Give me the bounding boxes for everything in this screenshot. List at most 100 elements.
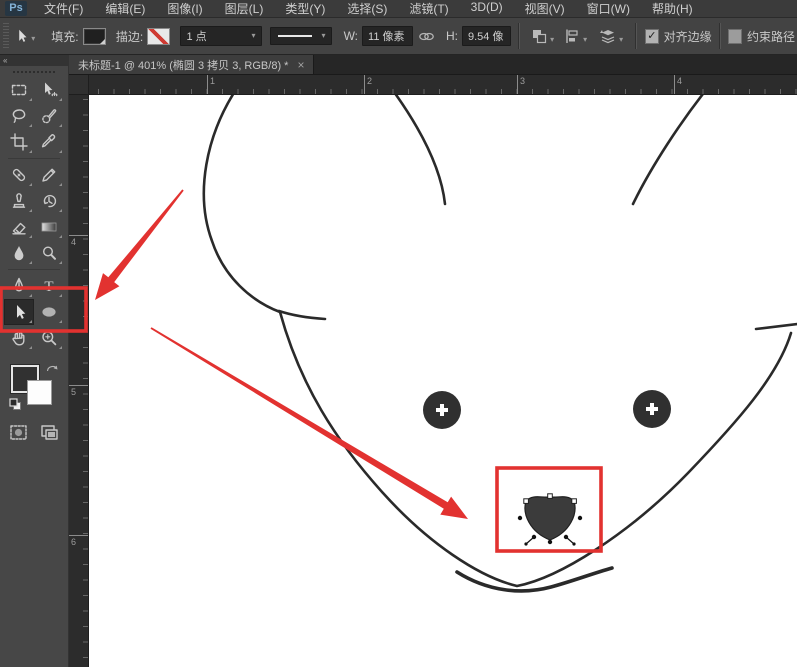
stroke-width-select[interactable]: 1 点 ▾ [180, 26, 261, 46]
fill-swatch[interactable] [83, 28, 106, 45]
healing-bandage-icon [10, 166, 28, 184]
menu-item-8[interactable]: 3D(D) [460, 0, 514, 17]
document-tab-bar: 未标题-1 @ 401% (椭圆 3 拷贝 3, RGB/8) * × [69, 55, 797, 75]
ellipse-icon [40, 303, 58, 321]
align-edges-checkbox[interactable]: ✓ [645, 29, 659, 44]
dodge-tool[interactable] [34, 240, 64, 266]
crop-tool[interactable] [4, 129, 34, 155]
close-tab-icon[interactable]: × [297, 59, 304, 71]
hand-tool[interactable] [4, 325, 34, 351]
ellipse-shape-tool[interactable] [34, 299, 64, 325]
eyedropper-icon [40, 133, 58, 151]
eyedropper-tool[interactable] [34, 129, 64, 155]
menu-item-9[interactable]: 视图(V) [514, 0, 576, 17]
document-area: 未标题-1 @ 401% (椭圆 3 拷贝 3, RGB/8) * × 1234… [69, 55, 797, 667]
quick-selection-icon [40, 107, 58, 125]
menu-item-2[interactable]: 编辑(E) [94, 0, 156, 17]
stroke-style-select[interactable]: ▾ [270, 27, 332, 45]
type-icon: T [40, 277, 58, 295]
chevron-down-icon: ▾ [583, 35, 587, 45]
pen-tool[interactable] [4, 273, 34, 299]
chevron-down-icon: ▾ [322, 31, 326, 41]
menu-items: 文件(F)编辑(E)图像(I)图层(L)类型(Y)选择(S)滤镜(T)3D(D)… [33, 0, 704, 17]
solid-line-sample [278, 35, 312, 37]
collapse-panel-button[interactable]: « [0, 55, 68, 66]
background-color-swatch[interactable] [27, 380, 52, 405]
mouse-face-drawing [89, 95, 797, 667]
type-tool[interactable]: T [34, 273, 64, 299]
height-label: H: [446, 29, 458, 43]
ruler-mark-5: 5 [69, 385, 88, 397]
panel-grip[interactable] [13, 71, 55, 73]
document-canvas[interactable] [89, 95, 797, 667]
chevron-down-icon: ▾ [550, 35, 554, 45]
left-ear-outline [204, 95, 280, 312]
ruler-mark-1: 1 [207, 75, 215, 94]
history-brush-tool[interactable] [34, 188, 64, 214]
path-selection-cursor-icon [13, 28, 29, 44]
eraser-icon [10, 218, 28, 236]
photoshop-window: Ps 文件(F)编辑(E)图像(I)图层(L)类型(Y)选择(S)滤镜(T)3D… [0, 0, 797, 667]
document-title: 未标题-1 @ 401% (椭圆 3 拷贝 3, RGB/8) * [78, 57, 288, 73]
stroke-swatch[interactable] [147, 28, 170, 45]
gradient-tool[interactable] [34, 214, 64, 240]
stamp-icon [10, 192, 28, 210]
separator [719, 23, 720, 49]
shape-height-input[interactable]: 9.54 像 [462, 26, 511, 46]
magnifier-icon [40, 329, 58, 347]
shape-height-value: 9.54 像 [468, 28, 503, 44]
hand-icon [10, 329, 28, 347]
stroke-width-value: 1 点 [186, 28, 206, 44]
align-edges-label: 对齐边缘 [664, 28, 712, 45]
ruler-corner[interactable] [69, 75, 89, 95]
zoom-tool[interactable] [34, 325, 64, 351]
separator [518, 23, 519, 49]
default-colors-icon[interactable] [9, 398, 22, 416]
quick-mask-button[interactable] [9, 424, 28, 446]
shape-width-input[interactable]: 11 像素 [362, 26, 413, 46]
clone-stamp-tool[interactable] [4, 188, 34, 214]
tools-separator [8, 269, 60, 270]
ruler-mark-6: 6 [69, 535, 88, 547]
constrain-path-checkbox[interactable] [728, 29, 742, 44]
document-tab[interactable]: 未标题-1 @ 401% (椭圆 3 拷贝 3, RGB/8) * × [69, 55, 314, 74]
path-selection-tool[interactable] [4, 299, 34, 325]
menu-item-5[interactable]: 类型(Y) [274, 0, 336, 17]
lasso-icon [10, 107, 28, 125]
options-bar-grip[interactable] [3, 23, 9, 49]
shape-width-value: 11 像素 [368, 28, 404, 44]
menu-item-4[interactable]: 图层(L) [214, 0, 275, 17]
stroke-label: 描边: [116, 28, 143, 45]
tools-separator [8, 158, 60, 159]
nose-shape-selected[interactable] [518, 494, 582, 546]
screen-mode-button[interactable] [40, 424, 59, 446]
move-icon [40, 81, 58, 99]
path-arrangement-button[interactable]: ▾ [597, 28, 623, 45]
menu-item-6[interactable]: 选择(S) [336, 0, 398, 17]
menu-item-10[interactable]: 窗口(W) [576, 0, 641, 17]
horizontal-ruler[interactable]: 1234 [89, 75, 797, 95]
width-label: W: [344, 29, 358, 43]
move-tool[interactable] [34, 77, 64, 103]
blur-tool[interactable] [4, 240, 34, 266]
crop-icon [10, 133, 28, 151]
path-alignment-button[interactable]: ▾ [564, 28, 587, 45]
menu-item-3[interactable]: 图像(I) [156, 0, 213, 17]
lasso-tool[interactable] [4, 103, 34, 129]
swap-colors-icon[interactable] [46, 360, 59, 378]
rectangular-marquee-tool[interactable] [4, 77, 34, 103]
link-dimensions-icon[interactable] [418, 31, 435, 42]
vertical-ruler[interactable]: 456 [69, 95, 89, 667]
menu-item-11[interactable]: 帮助(H) [641, 0, 704, 17]
menu-item-7[interactable]: 滤镜(T) [398, 0, 459, 17]
menu-item-1[interactable]: 文件(F) [33, 0, 94, 17]
spot-healing-brush-tool[interactable] [4, 162, 34, 188]
tool-preset-picker[interactable]: ▾ [13, 28, 35, 44]
chevron-down-icon: ▾ [252, 31, 256, 41]
tools-panel: « [0, 55, 69, 667]
pencil-tool[interactable] [34, 162, 64, 188]
eraser-tool[interactable] [4, 214, 34, 240]
right-eye [633, 390, 671, 428]
path-operations-button[interactable]: ▾ [531, 28, 554, 45]
quick-selection-tool[interactable] [34, 103, 64, 129]
